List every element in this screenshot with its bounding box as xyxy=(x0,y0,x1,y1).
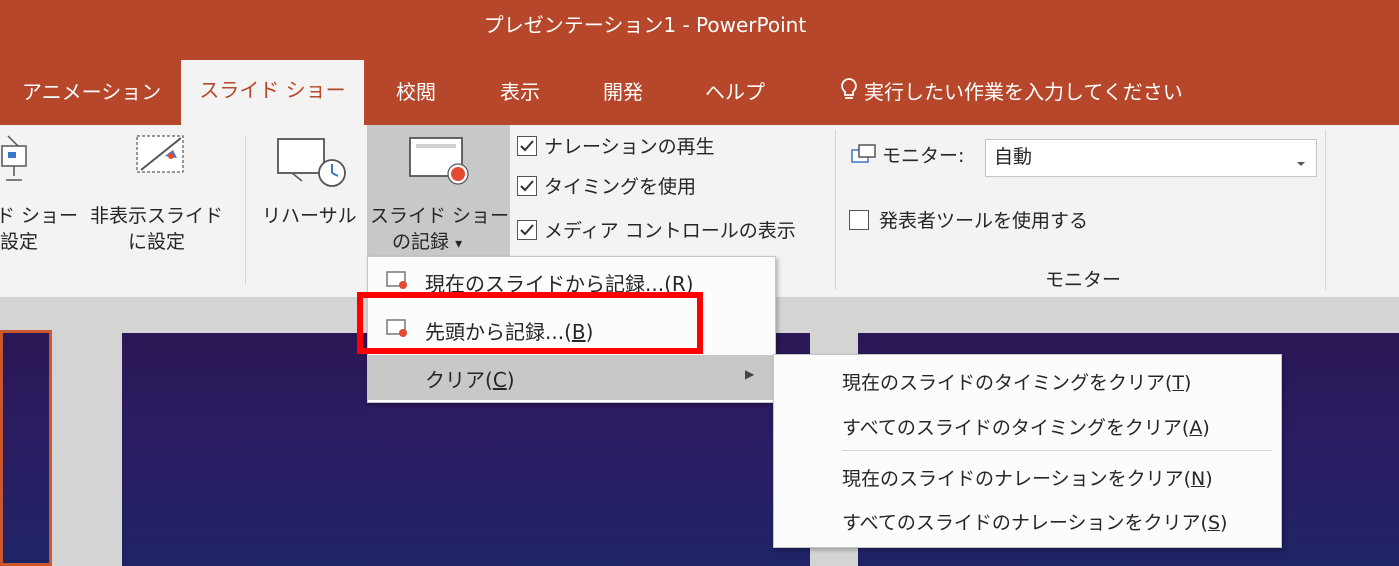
chevron-down-icon: ▾ xyxy=(455,236,463,252)
tab-slideshow[interactable]: スライド ショー xyxy=(181,60,364,126)
hide-slide-line1[interactable]: 非表示スライド xyxy=(90,204,223,228)
monitor-select-value: 自動 xyxy=(994,146,1033,168)
tab-view[interactable]: 表示 xyxy=(500,64,540,125)
setup-slideshow-line1[interactable]: ド ショー xyxy=(0,204,78,228)
checkbox-label: ナレーションの再生 xyxy=(544,136,715,158)
lightbulb-icon xyxy=(840,66,858,122)
checkbox-use-timings[interactable]: タイミングを使用 xyxy=(517,175,757,201)
setup-slideshow-icon xyxy=(0,134,40,190)
rehearse-timings-button[interactable]: リハーサル xyxy=(262,204,357,228)
checkbox-box[interactable] xyxy=(517,136,537,156)
monitor-select[interactable]: 自動 xyxy=(985,139,1317,177)
monitor-group-label: モニター xyxy=(1045,269,1122,291)
tab-developer[interactable]: 開発 xyxy=(603,64,643,125)
checkbox-presenter-view[interactable]: 発表者ツールを使用する xyxy=(849,206,1149,236)
clear-submenu: 現在のスライドのタイミングをクリア(T) すべてのスライドのタイミングをクリア(… xyxy=(773,354,1282,548)
setup-slideshow-line2[interactable]: 設定 xyxy=(0,230,38,254)
tell-me-box[interactable]: 実行したい作業を入力してください xyxy=(840,64,1183,125)
tell-me-label: 実行したい作業を入力してください xyxy=(864,80,1183,104)
submenu-item-clear-all-narrations[interactable]: すべてのスライドのナレーションをクリア(S) xyxy=(842,508,1227,535)
hide-slide-line2[interactable]: に設定 xyxy=(128,230,185,254)
monitor-label: モニター: xyxy=(882,145,965,167)
tab-help[interactable]: ヘルプ xyxy=(705,64,765,125)
menu-item-clear[interactable]: クリア(C) ▶ xyxy=(368,355,775,400)
submenu-item-clear-current-timing[interactable]: 現在のスライドのタイミングをクリア(T) xyxy=(842,368,1191,395)
record-icon xyxy=(402,132,482,192)
checkbox-box[interactable] xyxy=(849,210,869,230)
menu-divider xyxy=(842,450,1272,451)
checkbox-label: タイミングを使用 xyxy=(544,176,697,198)
slide-thumbnail[interactable] xyxy=(0,330,52,566)
checkbox-label: 発表者ツールを使用する xyxy=(879,210,1089,232)
checkbox-box[interactable] xyxy=(517,220,537,240)
checkbox-show-media-controls[interactable]: メディア コントロールの表示 xyxy=(517,219,817,245)
chevron-right-icon: ▶ xyxy=(745,367,755,381)
record-label-line1: スライド ショー xyxy=(370,205,510,227)
checkbox-label: メディア コントロールの表示 xyxy=(544,220,796,242)
ribbon-divider xyxy=(245,135,246,285)
checkbox-play-narrations[interactable]: ナレーションの再生 xyxy=(517,135,757,161)
hide-slide-icon xyxy=(131,132,191,184)
checkbox-box[interactable] xyxy=(517,176,537,196)
highlight-box xyxy=(357,292,703,354)
chevron-down-icon xyxy=(1296,154,1306,173)
submenu-item-clear-all-timings[interactable]: すべてのスライドのタイミングをクリア(A) xyxy=(842,413,1210,440)
window-title: プレゼンテーション1 - PowerPoint xyxy=(483,13,807,37)
rehearse-timings-icon xyxy=(272,133,352,193)
ribbon-divider xyxy=(1325,130,1326,290)
tab-review[interactable]: 校閲 xyxy=(396,64,436,125)
tab-animations[interactable]: アニメーション xyxy=(22,64,161,125)
record-label-line2: の記録 ▾ xyxy=(392,231,463,253)
ribbon-divider xyxy=(835,130,836,290)
monitor-icon xyxy=(850,142,878,166)
submenu-item-clear-current-narration[interactable]: 現在のスライドのナレーションをクリア(N) xyxy=(842,464,1213,491)
